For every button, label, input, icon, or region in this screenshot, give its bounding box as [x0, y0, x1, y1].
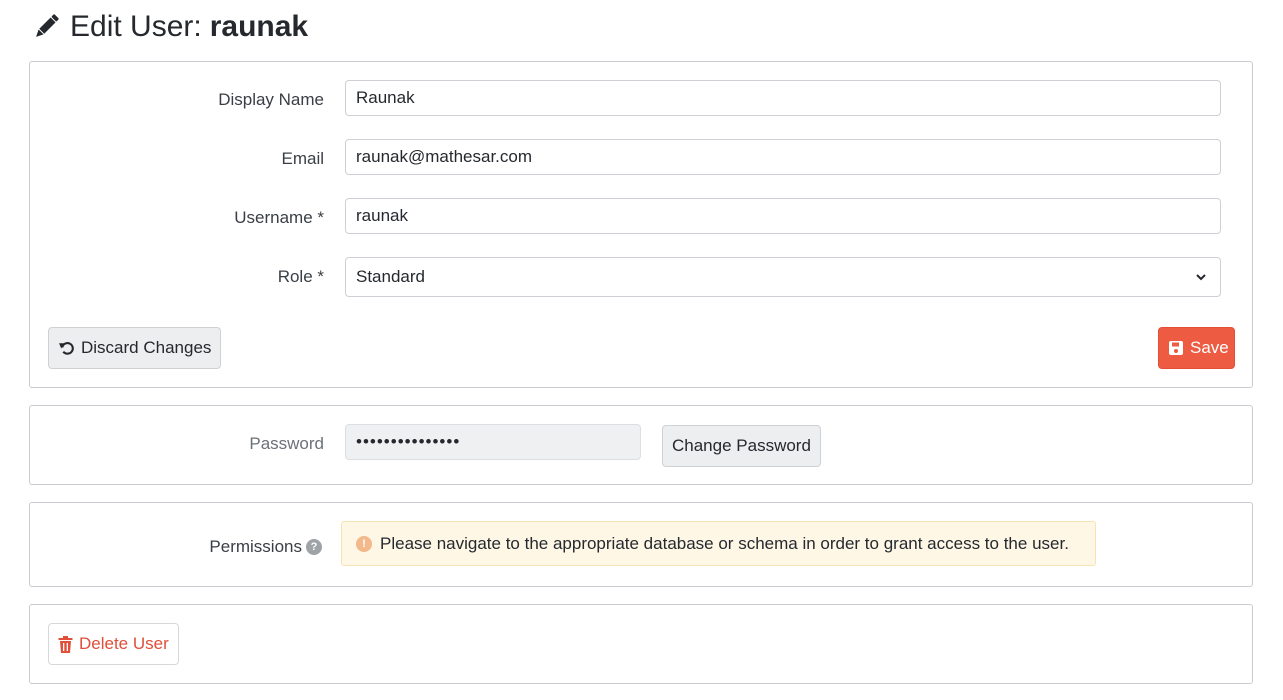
permissions-notice-text: Please navigate to the appropriate datab… [380, 533, 1069, 553]
delete-user-button[interactable]: Delete User [48, 623, 179, 665]
undo-icon [58, 340, 75, 357]
permissions-card: Permissions ? ! Please navigate to the a… [29, 502, 1253, 587]
profile-form-card: Display Name Raunak Email raunak@mathesa… [29, 61, 1253, 388]
question-circle-icon[interactable]: ? [306, 539, 322, 555]
permissions-label-group: Permissions ? [209, 537, 322, 557]
display-name-input[interactable]: Raunak [345, 80, 1221, 116]
page-title: Edit User: raunak [30, 8, 308, 46]
save-button[interactable]: Save [1158, 327, 1235, 369]
discard-changes-button[interactable]: Discard Changes [48, 327, 222, 369]
role-label: Role * [277, 267, 324, 286]
password-field: ••••••••••••••• [345, 424, 641, 460]
display-name-label: Display Name [218, 90, 324, 109]
password-label: Password [249, 434, 324, 453]
warning-circle-icon: ! [356, 535, 372, 552]
change-password-label: Change Password [672, 436, 811, 455]
email-label: Email [281, 149, 324, 168]
floppy-disk-icon [1168, 340, 1184, 356]
delete-card: Delete User [29, 604, 1253, 684]
role-selected-value: Standard [356, 267, 425, 286]
save-label: Save [1190, 338, 1229, 357]
password-card: Password ••••••••••••••• Change Password [29, 405, 1253, 485]
discard-changes-label: Discard Changes [81, 338, 212, 357]
chevron-down-icon [1194, 270, 1208, 284]
role-select[interactable]: Standard [345, 257, 1221, 297]
username-label: Username * [234, 208, 324, 227]
permissions-label: Permissions [209, 537, 302, 556]
username-input[interactable]: raunak [345, 198, 1221, 234]
trash-icon [58, 635, 73, 653]
permissions-notice: ! Please navigate to the appropriate dat… [341, 521, 1096, 566]
title-username: raunak [209, 10, 309, 43]
change-password-button[interactable]: Change Password [662, 425, 821, 467]
delete-user-label: Delete User [79, 634, 169, 653]
title-prefix: Edit User: [70, 10, 202, 43]
pencil-icon [30, 11, 62, 43]
email-input[interactable]: raunak@mathesar.com [345, 139, 1221, 175]
